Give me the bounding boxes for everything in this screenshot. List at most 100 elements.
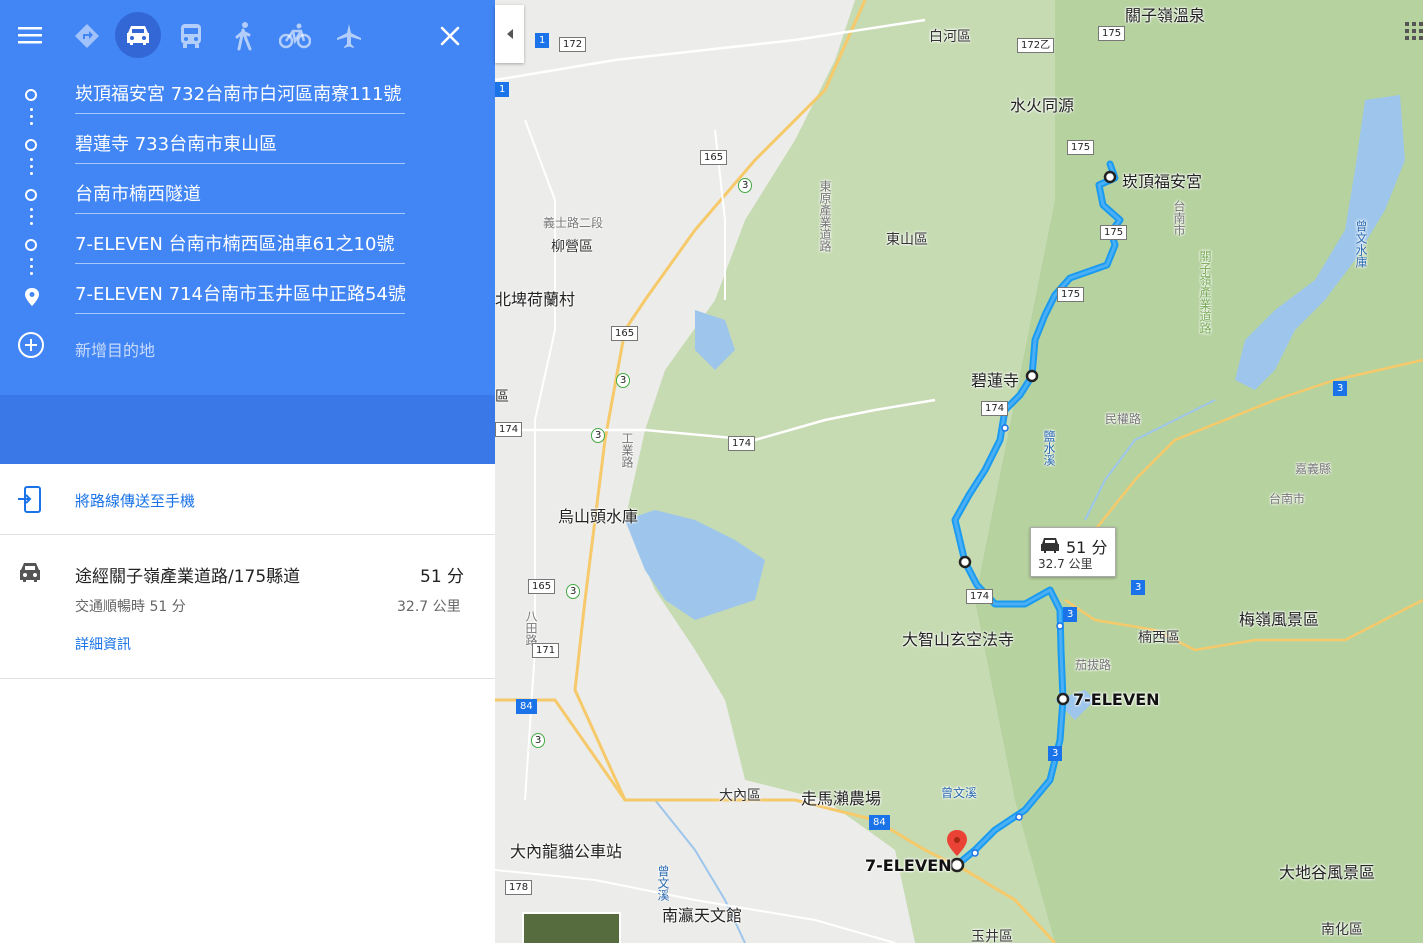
directions-panel: 崁頂福安宮 732台南市白河區南寮111號 碧蓮寺 733台南市東山區 台南市楠… [0,0,495,943]
destination-pin-icon [25,288,39,306]
map-label-wushantou[interactable]: 烏山頭水庫 [558,503,638,527]
route-diamond-icon [75,24,99,48]
road-shield: 171 [532,643,560,658]
waypoint-input-1[interactable]: 碧蓮寺 733台南市東山區 [75,127,405,164]
map-label-meiling[interactable]: 梅嶺風景區 [1239,606,1319,630]
map-label-seven1[interactable]: 7-ELEVEN [1073,690,1160,709]
waypoint-connector-dots [30,104,33,129]
map-label-danei: 大內區 [719,788,761,804]
road-shield: 165 [700,150,728,165]
directions-header: 崁頂福安宮 732台南市白河區南寮111號 碧蓮寺 733台南市東山區 台南市楠… [0,0,495,395]
details-link[interactable]: 詳細資訊 [75,634,131,654]
map-base [495,0,1423,943]
waypoint-input-2[interactable]: 台南市楠西隧道 [75,177,405,214]
options-button[interactable]: 選項 [435,815,465,836]
best-route-mode-button[interactable] [66,15,108,57]
options-bar: 選項 [0,395,495,835]
road-shield: 175 [1057,287,1085,302]
road-shield: 3 [1063,607,1078,622]
map-label-shuihuo[interactable]: 水火同源 [1010,92,1074,116]
road-shield: 172 [559,37,587,52]
add-destination-icon[interactable] [17,331,45,359]
map-label-liuying: 柳營區 [551,239,593,255]
map-label-batian: 八田路 [524,610,538,646]
destination-input[interactable]: 7-ELEVEN 714台南市玉井區中正路54號 [75,277,405,314]
map-label-west-district: 區 [495,389,509,405]
map-label-kanding[interactable]: 崁頂福安宮 [1122,168,1202,192]
road-shield: 175 [1098,26,1126,41]
map-label-jiayi: 嘉義縣 [1295,462,1332,476]
waypoint-input-3[interactable]: 7-ELEVEN 台南市楠西區油車61之10號 [75,227,405,264]
map-label-zoumalai[interactable]: 走馬瀨農場 [801,785,881,809]
road-shield: 174 [728,436,756,451]
car-icon [20,563,40,582]
map-label-bilian[interactable]: 碧蓮寺 [971,367,1019,391]
map-label-yujing: 玉井區 [971,929,1013,943]
route-duration: 51 分 [420,567,465,587]
satellite-thumbnail[interactable] [522,912,621,943]
start-point-icon [25,89,37,101]
road-shield: 174 [981,401,1009,416]
road-shield: 3 [1048,746,1063,761]
map-label-ds-road: 東原產業道路 [818,180,832,252]
map-label-daneicat[interactable]: 大內龍貓公車站 [510,838,622,862]
map-label-yanshui: 鹽水溪 [1042,430,1056,466]
add-destination-input[interactable]: 新增目的地 [75,337,155,361]
start-input[interactable]: 崁頂福安宮 732台南市白河區南寮111號 [75,77,405,114]
waypoint-icon [25,239,37,251]
map-label-zengwen-creek: 曾文溪 [656,865,670,901]
chevron-left-icon [506,29,513,39]
airplane-icon [337,24,361,48]
road-shield: 175 [1067,140,1095,155]
map-label-guanziling[interactable]: 關子嶺溫泉 [1125,2,1205,26]
map-label-tainan-city: 台南市 [1172,200,1186,236]
flight-mode-button[interactable] [328,15,370,57]
menu-icon[interactable] [18,24,42,46]
map-label-guanzi-road: 關子嶺產業道路 [1198,250,1212,334]
road-shield: 178 [505,880,533,895]
callout-distance: 32.7 公里 [1038,557,1093,571]
road-shield: 84 [516,699,537,714]
map-label-dazhi[interactable]: 大智山玄空法寺 [902,626,1014,650]
road-shield: 172乙 [1017,38,1055,53]
cycling-mode-button[interactable] [274,15,316,57]
map-label-renlu: 義士路二段 [543,216,604,230]
route-duration-callout[interactable]: 51 分 32.7 公里 [1030,527,1116,577]
road-shield: 174 [966,589,994,604]
waypoint-icon [25,189,37,201]
collapse-panel-button[interactable] [495,5,524,63]
road-shield: 3 [1333,381,1348,396]
map-label-seven2[interactable]: 7-ELEVEN [865,856,952,875]
map-label-jiabalu: 茄拔路 [1075,658,1112,672]
map-label-helan[interactable]: 北埤荷蘭村 [495,286,575,310]
road-shield: 174 [495,422,523,437]
road-shield: 1 [535,33,550,48]
apps-grid-icon[interactable] [1405,22,1423,44]
walking-mode-button[interactable] [222,15,264,57]
road-shield: 175 [1100,225,1128,240]
map-label-dadigu[interactable]: 大地谷風景區 [1279,859,1375,883]
map-label-tainan-city-2: 台南市 [1269,492,1306,506]
map-label-nanxi: 楠西區 [1138,630,1180,646]
road-shield: 165 [528,579,556,594]
driving-mode-button[interactable] [115,12,161,58]
map-label-minquan: 民權路 [1105,412,1142,426]
send-to-phone-icon [18,486,41,513]
map-label-zengwen-reservoir: 曾文水庫 [1354,220,1368,268]
road-shield: 84 [869,815,890,830]
car-icon [127,26,149,45]
map-label-nanying[interactable]: 南瀛天文館 [662,902,742,926]
send-to-phone-label[interactable]: 將路線傳送至手機 [75,490,195,511]
map-canvas[interactable]: 關子嶺溫泉 白河區 水火同源 崁頂福安宮 東山區 柳營區 北埤荷蘭村 碧蓮寺 烏… [495,0,1423,943]
map-label-nanhua: 南化區 [1321,922,1363,938]
close-icon[interactable] [440,26,460,46]
car-icon [1041,538,1059,553]
map-label-zengwen-river: 曾文溪 [941,786,978,800]
road-shield: 1 [495,82,510,97]
waypoint-icon [25,139,37,151]
walking-icon [235,22,252,51]
route-via-text: 途經關子嶺產業道路/175縣道 [75,567,301,587]
transit-mode-button[interactable] [170,15,212,57]
traffic-text: 交通順暢時 51 分 [75,599,186,615]
waypoint-connector-dots [30,254,33,279]
